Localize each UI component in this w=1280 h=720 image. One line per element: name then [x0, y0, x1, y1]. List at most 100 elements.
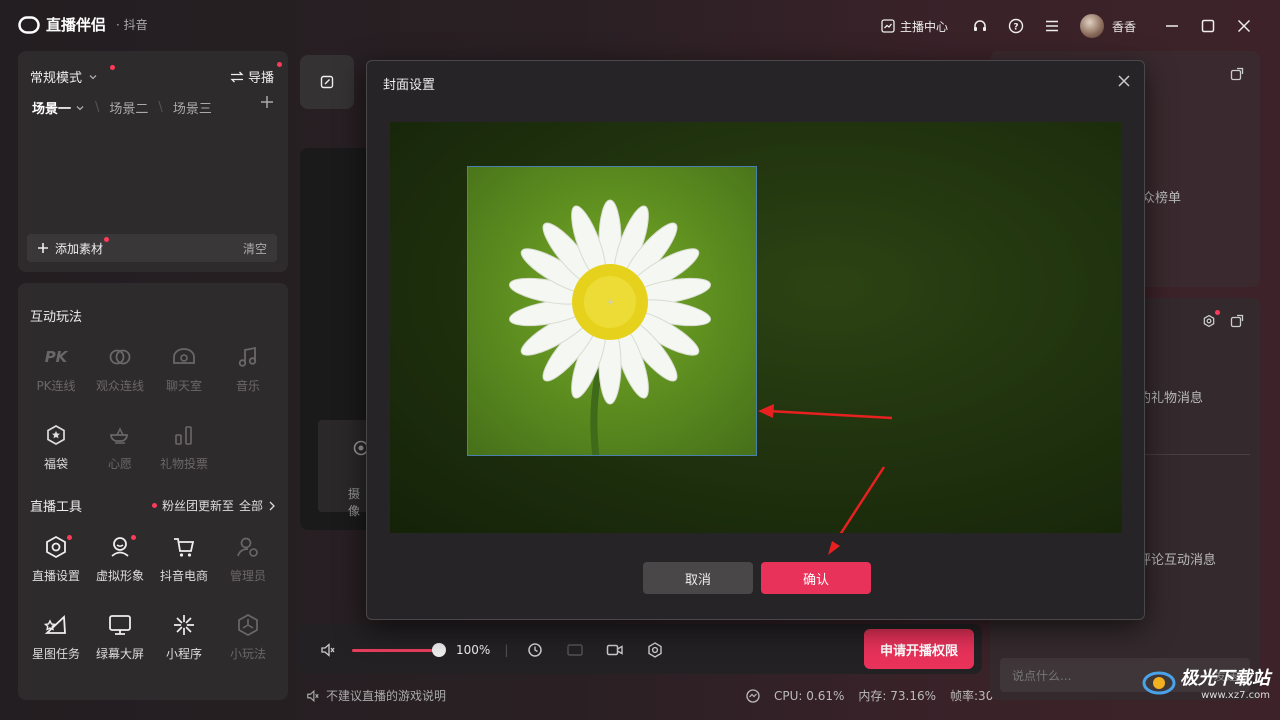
admin-icon — [234, 533, 262, 561]
gift-vote-icon — [170, 421, 198, 449]
refresh-icon[interactable] — [526, 641, 544, 659]
divider: \ — [95, 100, 100, 115]
add-material-button[interactable]: 添加素材 — [37, 236, 110, 257]
ecommerce-item[interactable]: 抖音电商 — [152, 533, 216, 611]
pk-link-item[interactable]: PK PK连线 — [24, 343, 88, 421]
watermark-url: www.xz7.com — [1201, 690, 1270, 701]
mode-selector[interactable]: 常规模式 — [30, 65, 115, 86]
switch-icon — [230, 71, 244, 82]
mini-game-item[interactable]: 小玩法 — [216, 611, 280, 689]
scene-tab-3[interactable]: 场景三 — [173, 98, 212, 117]
audience-rank-label: 众榜单 — [1142, 191, 1182, 206]
plus-icon — [261, 96, 273, 108]
mini-program-label: 小程序 — [165, 647, 202, 661]
mini-program-item[interactable]: 小程序 — [152, 611, 216, 689]
watermark: 极光下载站 www.xz7.com — [1142, 664, 1270, 701]
wish-lamp-icon — [106, 421, 134, 449]
game-hint-link[interactable]: 不建议直播的游戏说明 — [306, 687, 446, 704]
pk-icon: PK — [42, 343, 70, 371]
chat-placeholder: 说点什么... — [1012, 668, 1072, 683]
frame-rate: 帧率:30 — [950, 689, 994, 703]
user-name[interactable]: 香香 — [1112, 18, 1136, 35]
chatroom-icon — [170, 343, 198, 371]
screen-cast-icon[interactable] — [566, 641, 584, 659]
chevron-down-icon — [76, 105, 84, 110]
live-settings-icon — [42, 533, 70, 561]
memory-usage: 内存: 73.16% — [858, 689, 937, 703]
live-settings-item[interactable]: 直播设置 — [24, 533, 88, 611]
popout-icon[interactable] — [1230, 314, 1244, 328]
avatar-tool-item[interactable]: 虚拟形象 — [88, 533, 152, 611]
video-camera-icon[interactable] — [606, 641, 624, 659]
guide-label: 导播 — [247, 71, 274, 86]
app-logo-icon — [18, 15, 40, 34]
comment-message-label: 评论互动消息 — [1138, 553, 1217, 568]
notification-dot — [110, 65, 115, 70]
avatar-icon — [106, 533, 134, 561]
creator-center-link[interactable]: 主播中心 — [881, 18, 948, 35]
settings-icon[interactable] — [646, 641, 664, 659]
headset-button[interactable] — [962, 15, 998, 37]
cancel-button[interactable]: 取消 — [643, 562, 753, 594]
live-tools-title: 直播工具 — [30, 500, 83, 515]
avatar-tool-label: 虚拟形象 — [95, 569, 144, 583]
popout-icon[interactable] — [1230, 67, 1244, 81]
game-hint-label: 不建议直播的游戏说明 — [326, 689, 447, 703]
close-icon[interactable] — [1116, 73, 1132, 89]
close-window-button[interactable] — [1226, 15, 1262, 37]
star-task-icon — [42, 611, 70, 639]
app-title: 直播伴侣 — [46, 16, 107, 34]
audience-link-icon — [106, 343, 134, 371]
help-button[interactable]: ? — [998, 15, 1034, 37]
wish-item[interactable]: 心愿 — [88, 421, 152, 499]
bottom-control-bar: 100% | 申请开播权限 — [298, 624, 982, 674]
lucky-bag-icon — [42, 421, 70, 449]
close-icon — [1237, 19, 1251, 33]
admin-item[interactable]: 管理员 — [216, 533, 280, 611]
dialog-title: 封面设置 — [383, 78, 436, 93]
maximize-button[interactable] — [1190, 15, 1226, 37]
camera-label: 摄像 — [348, 487, 361, 518]
arrow-to-confirm — [839, 466, 886, 533]
cover-image-area — [390, 122, 1122, 533]
camera-source-card[interactable]: 摄像 — [318, 420, 369, 518]
clear-button[interactable]: 清空 — [243, 240, 267, 257]
avatar[interactable] — [1079, 14, 1104, 38]
divider: \ — [158, 100, 163, 115]
notification-dot — [131, 535, 136, 540]
speaker-mute-icon[interactable] — [320, 642, 336, 658]
fans-update-label: 粉丝团更新至 — [161, 499, 234, 513]
chatroom-item[interactable]: 聊天室 — [152, 343, 216, 421]
star-task-item[interactable]: 星图任务 — [24, 611, 88, 689]
notification-dot — [67, 535, 72, 540]
add-scene-button[interactable] — [260, 95, 274, 109]
green-screen-item[interactable]: 绿幕大屏 — [88, 611, 152, 689]
apply-live-permission-button[interactable]: 申请开播权限 — [864, 629, 974, 669]
headset-icon — [973, 20, 986, 31]
music-item[interactable]: 音乐 — [216, 343, 280, 421]
arrow-head — [828, 541, 840, 555]
watermark-text: 极光下载站 — [1180, 668, 1270, 689]
fans-update-link[interactable]: 粉丝团更新至 全部 — [151, 497, 276, 514]
ecommerce-label: 抖音电商 — [159, 569, 208, 583]
menu-button[interactable] — [1034, 15, 1070, 37]
gift-vote-item[interactable]: 礼物投票 — [152, 421, 216, 499]
guide-button[interactable]: 导播 — [230, 62, 282, 86]
add-material-bar: 添加素材 清空 — [27, 234, 277, 262]
volume-slider[interactable] — [352, 642, 446, 657]
audience-link-item[interactable]: 观众连线 — [88, 343, 152, 421]
edit-title-button[interactable] — [300, 55, 354, 109]
settings-icon[interactable] — [1202, 314, 1216, 328]
interactive-grid: PK PK连线 观众连线 聊天室 音乐 福袋 心愿 礼物投票 — [24, 343, 280, 499]
scene-tab-1[interactable]: 场景一 — [32, 98, 85, 117]
menu-icon — [1045, 20, 1058, 32]
confirm-button[interactable]: 确认 — [761, 562, 871, 594]
lucky-bag-item[interactable]: 福袋 — [24, 421, 88, 499]
scene-tab-2[interactable]: 场景二 — [109, 98, 148, 117]
minimize-button[interactable] — [1154, 15, 1190, 37]
volume-knob[interactable] — [432, 642, 446, 657]
edit-icon — [320, 75, 334, 89]
chart-icon — [881, 19, 895, 33]
music-label: 音乐 — [235, 379, 260, 393]
app-subtitle: · 抖音 — [116, 18, 148, 32]
